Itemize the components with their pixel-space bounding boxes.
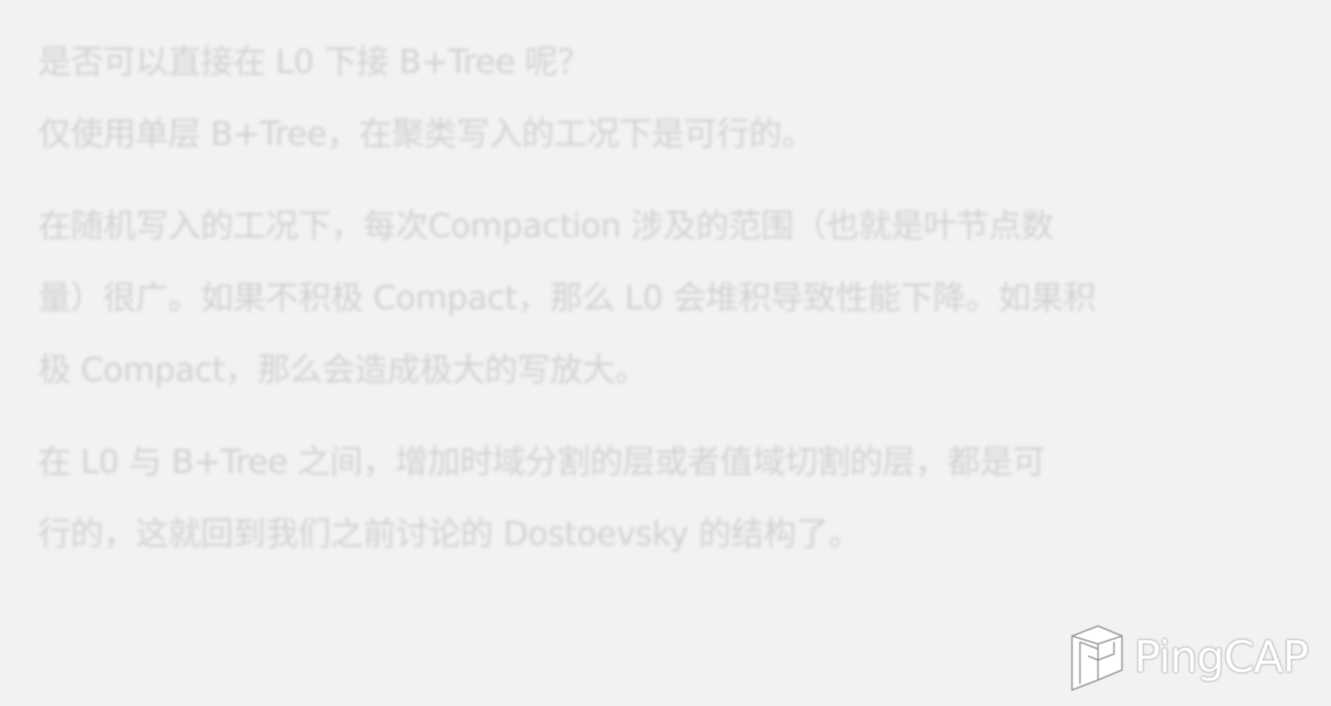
text-line: 极 Compact，那么会造成极大的写放大。 (38, 350, 648, 389)
pingcap-logo-icon (1071, 625, 1123, 691)
paragraph-3: 在 L0 与 B+Tree 之间，增加时域分割的层或者值域切割的层，都是可 行的… (38, 426, 1268, 570)
slide: 是否可以直接在 L0 下接 B+Tree 呢？ 仅使用单层 B+Tree，在聚类… (0, 0, 1331, 706)
text-line: 在 L0 与 B+Tree 之间，增加时域分割的层或者值域切割的层，都是可 (38, 442, 1045, 481)
text-line: 行的，这就回到我们之前讨论的 Dostoevsky 的结构了。 (38, 514, 861, 553)
text-line: 在随机写入的工况下，每次Compaction 涉及的范围（也就是叶节点数 (38, 206, 1054, 245)
pingcap-logo: PingCAP (1068, 622, 1324, 694)
paragraph-2: 在随机写入的工况下，每次Compaction 涉及的范围（也就是叶节点数 量）很… (38, 190, 1268, 406)
text-line: 仅使用单层 B+Tree，在聚类写入的工况下是可行的。 (38, 114, 815, 153)
paragraph-1: 是否可以直接在 L0 下接 B+Tree 呢？ 仅使用单层 B+Tree，在聚类… (38, 26, 1268, 170)
slide-content: 是否可以直接在 L0 下接 B+Tree 呢？ 仅使用单层 B+Tree，在聚类… (38, 26, 1268, 590)
text-line: 是否可以直接在 L0 下接 B+Tree 呢？ (38, 42, 590, 81)
text-line: 量）很广。如果不积极 Compact，那么 L0 会堆积导致性能下降。如果积 (38, 278, 1096, 317)
logo-text: PingCAP (1134, 632, 1309, 683)
